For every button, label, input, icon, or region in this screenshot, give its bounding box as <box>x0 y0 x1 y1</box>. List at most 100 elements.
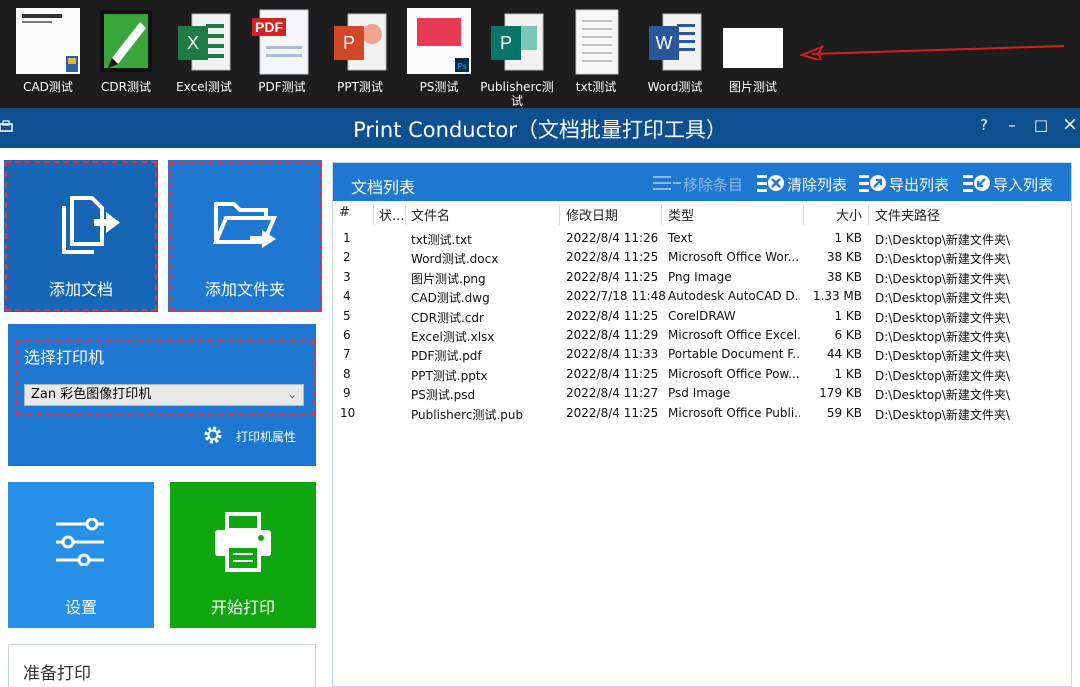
cell-type: Text <box>668 231 693 245</box>
column-divider[interactable] <box>868 205 869 225</box>
ps-badge-text: Ps <box>457 62 466 71</box>
desktop-file-word[interactable]: W Word测试 <box>636 8 714 106</box>
column-header-modified[interactable]: 修改日期 <box>566 205 618 224</box>
column-header-status[interactable]: 状... <box>379 205 404 224</box>
cell-index: 3 <box>343 269 351 284</box>
cell-modified: 2022/8/4 11:27 <box>566 386 659 401</box>
red-arrow-annotation <box>800 45 1065 60</box>
column-divider[interactable] <box>373 205 374 225</box>
word-file-icon: W <box>649 13 702 71</box>
start-print-button[interactable]: 开始打印 <box>170 482 316 628</box>
cell-index: 9 <box>343 386 351 401</box>
gear-icon[interactable] <box>202 424 224 446</box>
column-header-type[interactable]: 类型 <box>668 205 694 224</box>
cell-type: Png Image <box>668 269 732 284</box>
desktop-file-label: Word测试 <box>647 80 703 94</box>
add-folder-button[interactable]: 添加文件夹 <box>168 160 322 312</box>
desktop-file-publisher[interactable]: P Publisherc测试 <box>478 8 556 108</box>
remove-item-label: 移除条目 <box>683 176 744 194</box>
cell-folder: D:\Desktop\新建文件夹\ <box>875 407 1010 422</box>
column-header-filename[interactable]: 文件名 <box>411 205 450 224</box>
cell-modified: 2022/8/4 11:25 <box>566 250 659 265</box>
table-row[interactable]: 9 PS测试.psd 2022/8/4 11:27 Psd Image 179 KB D:… <box>333 384 1071 403</box>
table-row[interactable]: 7 PDF测试.pdf 2022/8/4 11:33 Portable Documen… <box>333 345 1071 364</box>
printer-properties-link[interactable]: 打印机属性 <box>236 428 296 445</box>
desktop-file-image[interactable]: 图片测试 <box>714 8 792 106</box>
cell-folder: D:\Desktop\新建文件夹\ <box>875 252 1010 267</box>
cell-modified: 2022/8/4 11:26 <box>566 231 659 245</box>
column-divider[interactable] <box>803 205 804 225</box>
desktop-file-pdf[interactable]: PDF PDF测试 <box>243 8 321 106</box>
cell-size: 179 KB <box>819 386 862 401</box>
maximize-button[interactable]: □ <box>1031 116 1051 134</box>
help-button[interactable]: ? <box>974 116 994 134</box>
column-divider[interactable] <box>405 205 406 225</box>
status-panel: 准备打印 <box>8 644 316 687</box>
table-row[interactable]: 6 Excel测试.xlsx 2022/8/4 11:29 Microsoft Off… <box>333 326 1071 345</box>
add-documents-button[interactable]: 添加文档 <box>4 160 158 312</box>
cell-filename: CAD测试.dwg <box>411 291 490 306</box>
minimize-button[interactable]: – <box>1002 116 1022 134</box>
remove-item-button[interactable]: 移除条目 <box>653 172 749 194</box>
table-row[interactable]: 3 图片测试.png 2022/8/4 11:25 Png Image 38 KB D:\… <box>333 268 1071 287</box>
powerpoint-file-icon: P <box>334 13 387 71</box>
app-title: Print Conductor（文档批量打印工具） <box>353 118 727 142</box>
desktop-file-cdr[interactable]: CDR测试 <box>87 8 165 106</box>
desktop-file-ps[interactable]: Ps PS测试 <box>400 8 478 106</box>
export-list-icon <box>859 175 886 192</box>
cell-size: 1 KB <box>834 308 862 323</box>
cell-modified: 2022/8/4 11:25 <box>566 366 659 381</box>
printer-panel-title: 选择打印机 <box>24 348 105 367</box>
table-row[interactable]: 10 Publisherc测试.pub 2022/8/4 11:25 Microsof… <box>333 404 1071 423</box>
cell-filename: Word测试.docx <box>411 252 499 267</box>
settings-button[interactable]: 设置 <box>8 482 154 628</box>
cell-size: 1.33 MB <box>812 289 862 304</box>
main-area: 添加文档 添加文件夹 选择打印机 Zan 彩色图像打印机 ⌄ 打印机属性 设置 … <box>0 148 1080 687</box>
column-divider[interactable] <box>559 205 560 225</box>
desktop-file-label: CDR测试 <box>101 80 151 94</box>
pdf-badge-text: PDF <box>255 19 283 35</box>
desktop-file-label: Excel测试 <box>176 80 232 94</box>
clear-list-icon <box>757 175 784 192</box>
table-row[interactable]: 4 CAD测试.dwg 2022/7/18 11:48 Autodesk AutoCA… <box>333 287 1071 306</box>
desktop-file-txt[interactable]: txt测试 <box>557 8 635 106</box>
desktop-file-strip: CAD测试 CDR测试 X Excel测试 PDF PDF测试 P PPT测试 … <box>0 0 1080 108</box>
cell-size: 1 KB <box>834 366 862 381</box>
printer-panel: 选择打印机 Zan 彩色图像打印机 ⌄ 打印机属性 <box>8 324 316 466</box>
table-row[interactable]: 5 CDR测试.cdr 2022/8/4 11:25 CorelDRAW 1 KB D:\… <box>333 307 1071 326</box>
table-row[interactable]: 2 Word测试.docx 2022/8/4 11:25 Microsoft Offi… <box>333 248 1071 267</box>
cell-size: 38 KB <box>826 269 862 284</box>
cell-folder: D:\Desktop\新建文件夹\ <box>875 349 1010 364</box>
desktop-file-excel[interactable]: X Excel测试 <box>165 8 243 106</box>
desktop-file-cad[interactable]: CAD测试 <box>9 8 87 106</box>
export-list-button[interactable]: 导出列表 <box>859 172 953 194</box>
cell-index: 1 <box>343 231 351 245</box>
cell-size: 59 KB <box>826 405 862 420</box>
document-list-panel: 文档列表 移除条目 清除列表 导出列表 导入列表 # 状... 文件名 修改日期… <box>332 162 1072 687</box>
sliders-icon <box>56 518 104 566</box>
document-list-title: 文档列表 <box>351 178 416 197</box>
printer-select[interactable]: Zan 彩色图像打印机 ⌄ <box>24 384 304 406</box>
cell-type: Portable Document F... <box>668 347 800 362</box>
column-divider[interactable] <box>661 205 662 225</box>
photoshop-file-icon: Ps <box>407 8 471 74</box>
excel-badge-text: X <box>187 33 199 53</box>
publisher-file-icon: P <box>491 13 544 71</box>
cell-filename: txt测试.txt <box>411 233 472 247</box>
cell-type: Microsoft Office Pow... <box>668 366 800 381</box>
pdf-file-icon: PDF <box>252 9 309 75</box>
column-header-index[interactable]: # <box>339 205 350 220</box>
clear-list-button[interactable]: 清除列表 <box>757 172 851 194</box>
desktop-file-ppt[interactable]: P PPT测试 <box>321 8 399 106</box>
cell-size: 44 KB <box>826 347 862 362</box>
cell-type: Psd Image <box>668 386 731 401</box>
table-row[interactable]: 1 txt测试.txt 2022/8/4 11:26 Text 1 KB D:\Deskt… <box>333 229 1071 248</box>
column-header-size[interactable]: 大小 <box>803 205 862 224</box>
column-header-folder[interactable]: 文件夹路径 <box>875 205 940 224</box>
table-row[interactable]: 8 PPT测试.pptx 2022/8/4 11:25 Microsoft Offic… <box>333 365 1071 384</box>
cell-filename: CDR测试.cdr <box>411 310 484 325</box>
import-list-button[interactable]: 导入列表 <box>963 172 1059 194</box>
cell-type: Autodesk AutoCAD D... <box>668 289 800 304</box>
cell-filename: 图片测试.png <box>411 271 486 286</box>
close-button[interactable]: × <box>1060 113 1080 135</box>
